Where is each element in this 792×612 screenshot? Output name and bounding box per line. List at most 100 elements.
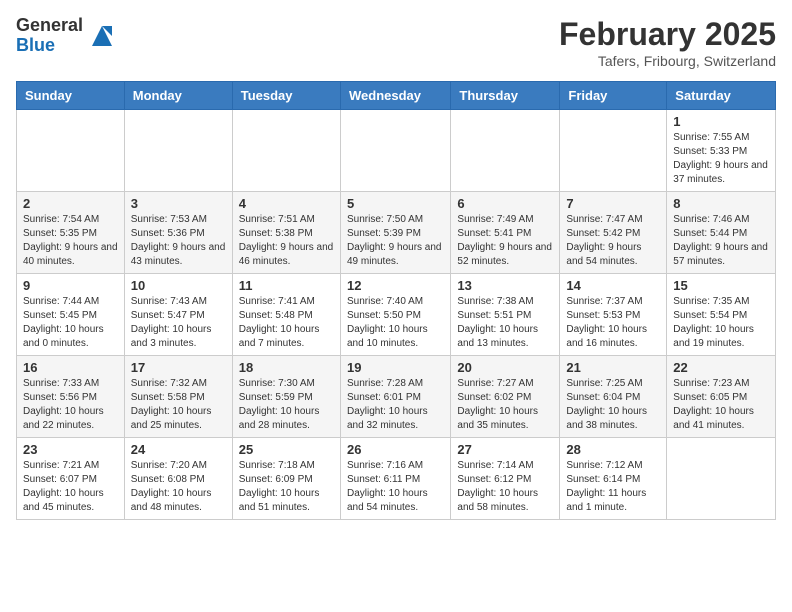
day-info: Sunrise: 7:37 AM Sunset: 5:53 PM Dayligh… xyxy=(566,295,660,351)
day-info: Sunrise: 7:35 AM Sunset: 5:54 PM Dayligh… xyxy=(673,295,769,351)
calendar-cell xyxy=(232,110,340,192)
calendar-cell: 10 Sunrise: 7:43 AM Sunset: 5:47 PM Dayli… xyxy=(124,274,232,356)
month-year-title: February 2025 xyxy=(559,16,776,53)
day-number: 24 xyxy=(131,442,226,457)
calendar-week-row: 16 Sunrise: 7:33 AM Sunset: 5:56 PM Dayli… xyxy=(17,356,776,438)
day-info: Sunrise: 7:28 AM Sunset: 6:01 PM Dayligh… xyxy=(347,377,444,433)
day-info: Sunrise: 7:55 AM Sunset: 5:33 PM Dayligh… xyxy=(673,131,769,187)
calendar-cell: 8 Sunrise: 7:46 AM Sunset: 5:44 PM Daylig… xyxy=(667,192,776,274)
calendar-cell: 26 Sunrise: 7:16 AM Sunset: 6:11 PM Dayli… xyxy=(340,438,450,520)
day-number: 14 xyxy=(566,278,660,293)
day-info: Sunrise: 7:25 AM Sunset: 6:04 PM Dayligh… xyxy=(566,377,660,433)
day-number: 17 xyxy=(131,360,226,375)
day-info: Sunrise: 7:53 AM Sunset: 5:36 PM Dayligh… xyxy=(131,213,226,269)
calendar-week-row: 23 Sunrise: 7:21 AM Sunset: 6:07 PM Dayli… xyxy=(17,438,776,520)
weekday-header-thursday: Thursday xyxy=(451,82,560,110)
calendar-week-row: 1 Sunrise: 7:55 AM Sunset: 5:33 PM Daylig… xyxy=(17,110,776,192)
calendar-cell: 1 Sunrise: 7:55 AM Sunset: 5:33 PM Daylig… xyxy=(667,110,776,192)
title-section: February 2025 Tafers, Fribourg, Switzerl… xyxy=(559,16,776,69)
weekday-header-monday: Monday xyxy=(124,82,232,110)
day-info: Sunrise: 7:20 AM Sunset: 6:08 PM Dayligh… xyxy=(131,459,226,515)
day-number: 27 xyxy=(457,442,553,457)
day-info: Sunrise: 7:44 AM Sunset: 5:45 PM Dayligh… xyxy=(23,295,118,351)
day-number: 1 xyxy=(673,114,769,129)
day-info: Sunrise: 7:54 AM Sunset: 5:35 PM Dayligh… xyxy=(23,213,118,269)
day-info: Sunrise: 7:43 AM Sunset: 5:47 PM Dayligh… xyxy=(131,295,226,351)
calendar-cell: 21 Sunrise: 7:25 AM Sunset: 6:04 PM Dayli… xyxy=(560,356,667,438)
day-info: Sunrise: 7:16 AM Sunset: 6:11 PM Dayligh… xyxy=(347,459,444,515)
logo-general-text: General xyxy=(16,16,83,36)
calendar-cell: 24 Sunrise: 7:20 AM Sunset: 6:08 PM Dayli… xyxy=(124,438,232,520)
day-number: 26 xyxy=(347,442,444,457)
calendar-cell: 14 Sunrise: 7:37 AM Sunset: 5:53 PM Dayli… xyxy=(560,274,667,356)
day-number: 3 xyxy=(131,196,226,211)
logo: General Blue xyxy=(16,16,117,56)
day-number: 9 xyxy=(23,278,118,293)
day-number: 25 xyxy=(239,442,334,457)
weekday-header-wednesday: Wednesday xyxy=(340,82,450,110)
day-info: Sunrise: 7:21 AM Sunset: 6:07 PM Dayligh… xyxy=(23,459,118,515)
calendar-cell: 18Sunrise: 7:30 AM Sunset: 5:59 PM Dayli… xyxy=(232,356,340,438)
day-number: 22 xyxy=(673,360,769,375)
day-info: Sunrise: 7:38 AM Sunset: 5:51 PM Dayligh… xyxy=(457,295,553,351)
day-number: 28 xyxy=(566,442,660,457)
weekday-header-tuesday: Tuesday xyxy=(232,82,340,110)
logo-blue-text: Blue xyxy=(16,36,83,56)
day-info: Sunrise: 7:50 AM Sunset: 5:39 PM Dayligh… xyxy=(347,213,444,269)
day-info: Sunrise: 7:23 AM Sunset: 6:05 PM Dayligh… xyxy=(673,377,769,433)
day-info: Sunrise: 7:51 AM Sunset: 5:38 PM Dayligh… xyxy=(239,213,334,269)
calendar-cell: 9 Sunrise: 7:44 AM Sunset: 5:45 PM Daylig… xyxy=(17,274,125,356)
day-number: 6 xyxy=(457,196,553,211)
calendar-cell: 25 Sunrise: 7:18 AM Sunset: 6:09 PM Dayli… xyxy=(232,438,340,520)
calendar-cell xyxy=(667,438,776,520)
day-number: 5 xyxy=(347,196,444,211)
day-number: 4 xyxy=(239,196,334,211)
calendar-cell xyxy=(560,110,667,192)
calendar-cell: 23 Sunrise: 7:21 AM Sunset: 6:07 PM Dayli… xyxy=(17,438,125,520)
day-number: 16 xyxy=(23,360,118,375)
page-header: General Blue February 2025 Tafers, Fribo… xyxy=(16,16,776,69)
weekday-header-saturday: Saturday xyxy=(667,82,776,110)
day-number: 2 xyxy=(23,196,118,211)
weekday-header-row: SundayMondayTuesdayWednesdayThursdayFrid… xyxy=(17,82,776,110)
day-number: 12 xyxy=(347,278,444,293)
day-number: 20 xyxy=(457,360,553,375)
day-number: 19 xyxy=(347,360,444,375)
calendar-cell: 19 Sunrise: 7:28 AM Sunset: 6:01 PM Dayli… xyxy=(340,356,450,438)
calendar-cell xyxy=(451,110,560,192)
day-number: 23 xyxy=(23,442,118,457)
calendar-cell: 6 Sunrise: 7:49 AM Sunset: 5:41 PM Daylig… xyxy=(451,192,560,274)
day-info: Sunrise: 7:14 AM Sunset: 6:12 PM Dayligh… xyxy=(457,459,553,515)
calendar-cell: 27 Sunrise: 7:14 AM Sunset: 6:12 PM Dayli… xyxy=(451,438,560,520)
calendar-cell xyxy=(124,110,232,192)
weekday-header-sunday: Sunday xyxy=(17,82,125,110)
day-number: 7 xyxy=(566,196,660,211)
calendar-cell: 22 Sunrise: 7:23 AM Sunset: 6:05 PM Dayli… xyxy=(667,356,776,438)
day-info: Sunrise: 7:33 AM Sunset: 5:56 PM Dayligh… xyxy=(23,377,118,433)
day-info: Sunrise: 7:27 AM Sunset: 6:02 PM Dayligh… xyxy=(457,377,553,433)
calendar-cell: 11 Sunrise: 7:41 AM Sunset: 5:48 PM Dayli… xyxy=(232,274,340,356)
day-info: Sunrise: 7:40 AM Sunset: 5:50 PM Dayligh… xyxy=(347,295,444,351)
day-info: Sunrise: 7:41 AM Sunset: 5:48 PM Dayligh… xyxy=(239,295,334,351)
calendar-week-row: 2 Sunrise: 7:54 AM Sunset: 5:35 PM Daylig… xyxy=(17,192,776,274)
day-number: 15 xyxy=(673,278,769,293)
calendar-week-row: 9 Sunrise: 7:44 AM Sunset: 5:45 PM Daylig… xyxy=(17,274,776,356)
calendar-cell xyxy=(17,110,125,192)
day-info: Sunrise: 7:46 AM Sunset: 5:44 PM Dayligh… xyxy=(673,213,769,269)
day-number: 11 xyxy=(239,278,334,293)
calendar-cell: 2 Sunrise: 7:54 AM Sunset: 5:35 PM Daylig… xyxy=(17,192,125,274)
day-info: Sunrise: 7:47 AM Sunset: 5:42 PM Dayligh… xyxy=(566,213,660,269)
day-number: 13 xyxy=(457,278,553,293)
calendar-cell: 13 Sunrise: 7:38 AM Sunset: 5:51 PM Dayli… xyxy=(451,274,560,356)
day-number: 21 xyxy=(566,360,660,375)
calendar-cell: 12 Sunrise: 7:40 AM Sunset: 5:50 PM Dayli… xyxy=(340,274,450,356)
day-info: Sunrise: 7:49 AM Sunset: 5:41 PM Dayligh… xyxy=(457,213,553,269)
day-info: Sunrise: 7:32 AM Sunset: 5:58 PM Dayligh… xyxy=(131,377,226,433)
day-number: 8 xyxy=(673,196,769,211)
calendar-cell: 15 Sunrise: 7:35 AM Sunset: 5:54 PM Dayli… xyxy=(667,274,776,356)
day-number: 10 xyxy=(131,278,226,293)
location-subtitle: Tafers, Fribourg, Switzerland xyxy=(559,53,776,69)
day-number: 18 xyxy=(239,360,334,375)
calendar-cell: 7 Sunrise: 7:47 AM Sunset: 5:42 PM Daylig… xyxy=(560,192,667,274)
day-info: Sunrise: 7:18 AM Sunset: 6:09 PM Dayligh… xyxy=(239,459,334,515)
